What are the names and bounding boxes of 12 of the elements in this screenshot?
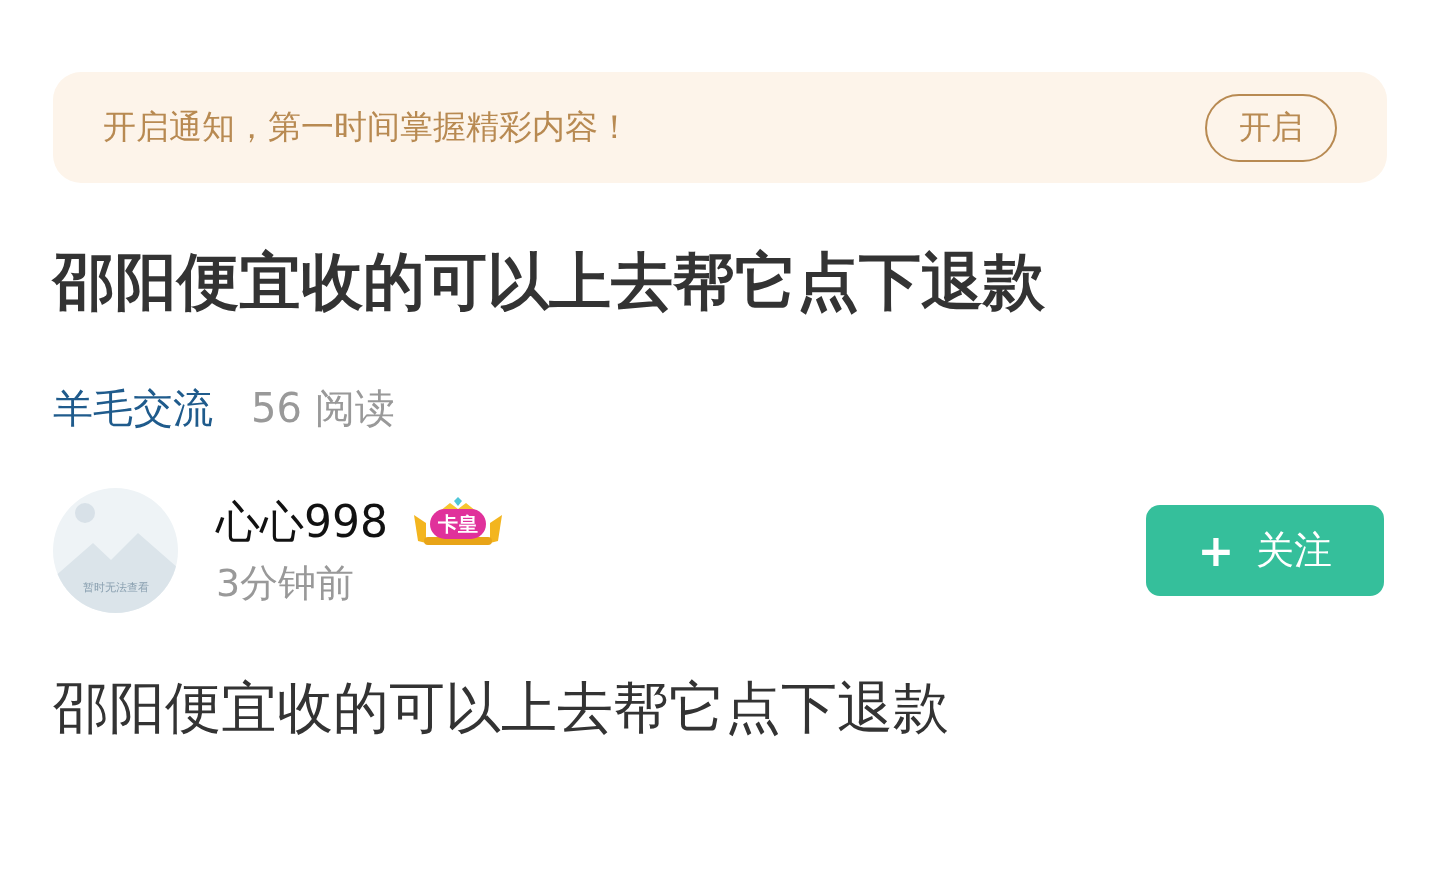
notice-text: 开启通知，第一时间掌握精彩内容！ — [103, 106, 631, 148]
post-time: 3分钟前 — [216, 559, 356, 607]
post-title: 邵阳便宜收的可以上去帮它点下退款 — [53, 245, 1046, 320]
username[interactable]: 心心998 — [216, 492, 388, 552]
category-link[interactable]: 羊毛交流 — [53, 381, 213, 437]
read-count: 56 阅读 — [251, 384, 395, 434]
crown-badge: 卡皇 — [410, 497, 506, 548]
post-body: 邵阳便宜收的可以上去帮它点下退款 — [53, 674, 950, 743]
follow-button[interactable]: + 关注 — [1146, 505, 1384, 597]
enable-button[interactable]: 开启 — [1205, 93, 1337, 162]
avatar[interactable]: 暂时无法查看 — [53, 488, 178, 614]
avatar-caption: 暂时无法查看 — [81, 580, 150, 596]
